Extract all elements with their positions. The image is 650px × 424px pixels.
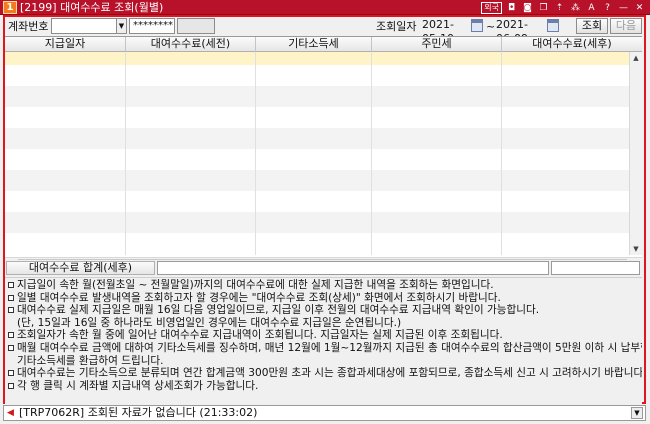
bullet-icon	[8, 294, 14, 301]
calendar-from-icon[interactable]	[471, 19, 483, 32]
table-row[interactable]	[5, 233, 629, 255]
scroll-up-icon[interactable]: ▲	[630, 52, 642, 64]
close-icon[interactable]: ✕	[633, 2, 646, 14]
copy-icon[interactable]: ❐	[537, 2, 550, 14]
query-button[interactable]: 조회	[576, 18, 608, 34]
account-name-field	[177, 18, 215, 34]
table-row[interactable]	[5, 212, 629, 233]
app-window: 1 [2199] 대여수수료 조회(월별) 외국 ◘ ◙ ❐ ⇡ ⁂ A ? —…	[0, 0, 650, 424]
table-row[interactable]	[5, 107, 629, 128]
bullet-icon	[8, 382, 14, 389]
column-header-resident-tax[interactable]: 주민세	[372, 37, 502, 52]
note-item: 대여수수료 실제 지급일은 매월 16일 다음 영업일이므로, 지급일 이후 전…	[5, 304, 642, 317]
status-dropdown-icon[interactable]: ▼	[631, 407, 643, 419]
content-frame: 계좌번호 ▼ ******** 조회일자 2021-05-10 ~ 2021-0…	[3, 15, 646, 404]
account-input[interactable]	[51, 18, 117, 34]
next-button[interactable]: 다음	[610, 18, 642, 34]
table-row[interactable]	[5, 170, 629, 191]
grid-header: 지급일자 대여수수료(세전) 기타소득세 주민세 대여수수료(세후)	[5, 37, 642, 52]
grid-body[interactable]	[5, 52, 629, 270]
totals-row: 대여수수료 합계(세후)	[5, 260, 642, 276]
note-item: 각 행 클릭 시 계좌별 지급내역 상세조회가 가능합니다.	[5, 380, 642, 393]
minimize-icon[interactable]: —	[617, 2, 630, 14]
bullet-icon	[8, 332, 14, 339]
pin-icon[interactable]: ⇡	[553, 2, 566, 14]
title-toolbar: 외국 ◘ ◙ ❐ ⇡ ⁂ A ? — ✕	[481, 1, 646, 14]
note-item: 조회일자가 속한 월 중에 일어난 대여수수료 지급내역이 조회됩니다. 지급일…	[5, 329, 642, 342]
speaker-icon: ◀	[7, 408, 14, 418]
window-title: [2199] 대여수수료 조회(월별)	[20, 1, 164, 14]
table-row[interactable]	[5, 191, 629, 212]
vertical-scrollbar[interactable]: ▲ ▼	[629, 52, 642, 255]
bullet-icon	[8, 344, 14, 351]
help-icon[interactable]: ?	[601, 2, 614, 14]
bullet-icon	[8, 282, 14, 288]
calendar-to-icon[interactable]	[547, 19, 559, 32]
bullet-icon	[8, 370, 14, 377]
password-input[interactable]: ********	[129, 18, 175, 34]
bullet-icon	[8, 307, 14, 314]
note-item: 일별 대여수수료 발생내역을 조회하고자 할 경우에는 "대여수수료 조회(상세…	[5, 292, 642, 305]
title-bar: 1 [2199] 대여수수료 조회(월별) 외국 ◘ ◙ ❐ ⇡ ⁂ A ? —…	[0, 0, 650, 15]
table-row[interactable]	[5, 149, 629, 170]
table-row[interactable]	[5, 86, 629, 107]
account-dropdown-icon[interactable]: ▼	[116, 18, 127, 34]
total-value	[157, 261, 549, 275]
date-from-input[interactable]: 2021-05-10	[419, 18, 471, 45]
note-item-continued: 기타소득세를 환급하여 드립니다.	[17, 354, 164, 367]
table-row[interactable]	[5, 65, 629, 86]
total-label: 대여수수료 합계(세후)	[6, 261, 155, 275]
table-row[interactable]	[5, 52, 629, 65]
search-bar: 계좌번호 ▼ ******** 조회일자 2021-05-10 ~ 2021-0…	[5, 17, 644, 45]
note-item-continued: (단, 15일과 16일 중 하나라도 비영업일인 경우에는 대여수수료 지급일…	[17, 316, 402, 329]
notes-panel: 지급일이 속한 월(전월초일 ~ 전월말일)까지의 대여수수료에 대한 실제 지…	[5, 277, 642, 404]
column-header-pay-date[interactable]: 지급일자	[5, 37, 126, 52]
settings-icon[interactable]: ⁂	[569, 2, 582, 14]
status-bar: ◀ [TRP7062R] 조회된 자료가 없습니다 (21:33:02) ▼	[3, 405, 646, 421]
scroll-down-icon[interactable]: ▼	[630, 243, 642, 255]
lock-icon[interactable]: ◘	[505, 2, 518, 14]
note-item: 지급일이 속한 월(전월초일 ~ 전월말일)까지의 대여수수료에 대한 실제 지…	[5, 279, 642, 292]
note-item: 대여수수료는 기타소득으로 분류되며 연간 합계금액 300만원 초과 시는 종…	[5, 367, 642, 380]
column-header-fee-pretax[interactable]: 대여수수료(세전)	[126, 37, 256, 52]
foreign-button[interactable]: 외국	[481, 1, 502, 14]
font-size-icon[interactable]: A	[585, 2, 598, 14]
column-header-fee-aftertax[interactable]: 대여수수료(세후)	[502, 37, 642, 52]
period-label: 조회일자	[376, 20, 417, 33]
data-grid: 지급일자 대여수수료(세전) 기타소득세 주민세 대여수수료(세후) ▲ ▼	[5, 36, 642, 269]
account-label: 계좌번호	[8, 20, 49, 33]
column-header-other-income-tax[interactable]: 기타소득세	[256, 37, 372, 52]
total-value-secondary	[551, 261, 640, 275]
table-row[interactable]	[5, 128, 629, 149]
date-to-input[interactable]: 2021-06-09	[493, 18, 545, 45]
status-message: [TRP7062R] 조회된 자료가 없습니다 (21:33:02)	[19, 406, 258, 419]
save-icon[interactable]: ◙	[521, 2, 534, 14]
note-item: 매월 대여수수료 금액에 대하여 기타소득세를 징수하며, 매년 12월에 1월…	[5, 342, 642, 355]
window-badge-icon[interactable]: 1	[3, 1, 17, 14]
